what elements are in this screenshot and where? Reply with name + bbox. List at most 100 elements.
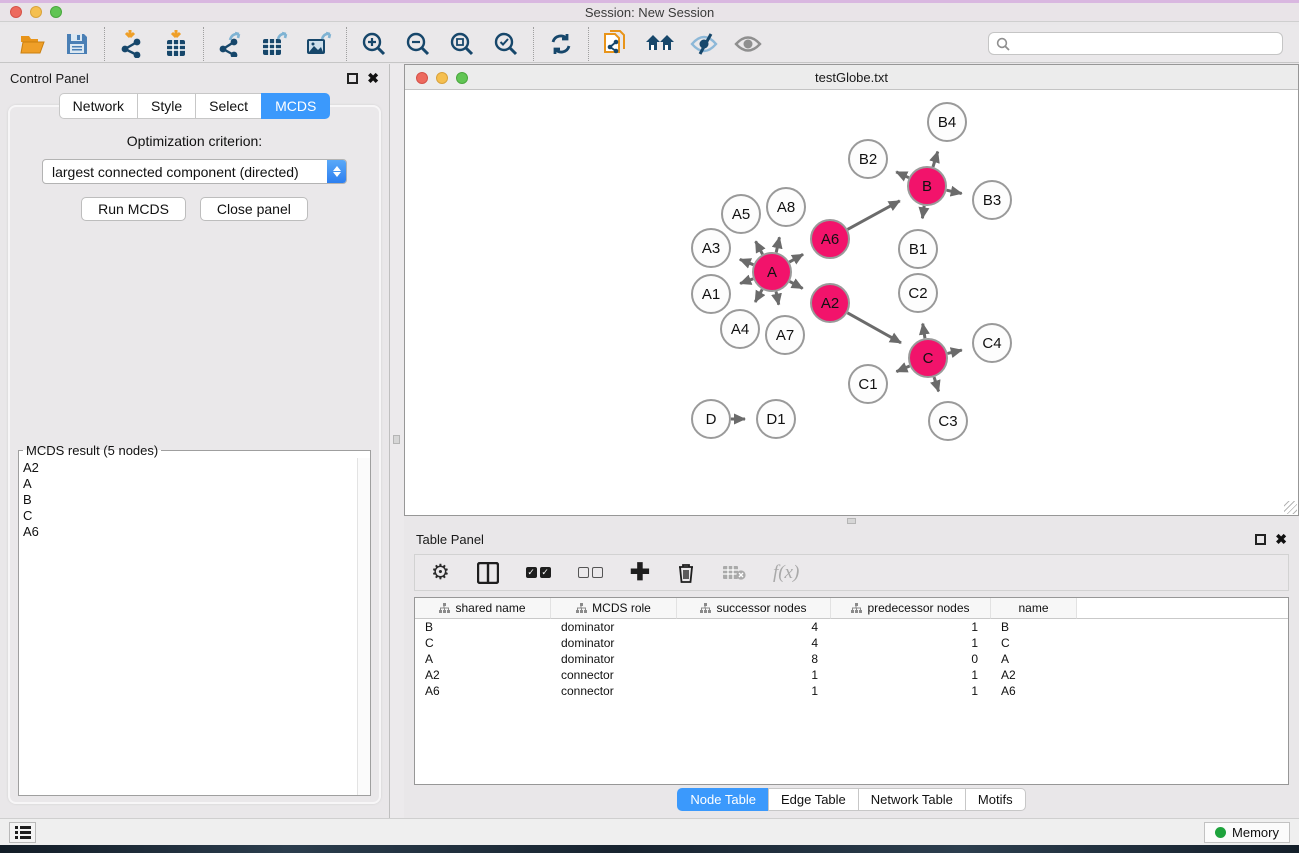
- function-builder-icon[interactable]: f(x): [773, 560, 799, 586]
- node-A1[interactable]: A1: [692, 275, 730, 313]
- table-cell[interactable]: [1077, 683, 1288, 699]
- table-row[interactable]: Cdominator41C: [415, 635, 1288, 651]
- network-minimize-button[interactable]: [436, 72, 448, 84]
- table-cell[interactable]: 1: [831, 619, 991, 635]
- table-row[interactable]: A2connector11A2: [415, 667, 1288, 683]
- table-cell[interactable]: 0: [831, 651, 991, 667]
- table-cell[interactable]: dominator: [551, 619, 677, 635]
- node-A3[interactable]: A3: [692, 229, 730, 267]
- node-table[interactable]: shared nameMCDS rolesuccessor nodesprede…: [414, 597, 1289, 785]
- node-B3[interactable]: B3: [973, 181, 1011, 219]
- edge-A-A8[interactable]: [776, 237, 779, 252]
- edge-A-A1[interactable]: [740, 279, 753, 284]
- node-B1[interactable]: B1: [899, 230, 937, 268]
- result-item[interactable]: A2: [23, 460, 370, 476]
- table-cell[interactable]: 4: [677, 619, 831, 635]
- close-panel-icon[interactable]: ✖: [1275, 534, 1287, 545]
- select-all-columns-icon[interactable]: [526, 560, 551, 586]
- node-A6[interactable]: A6: [811, 220, 849, 258]
- window-resize-grip[interactable]: [1284, 501, 1297, 514]
- show-all-icon[interactable]: [731, 28, 765, 60]
- column-header-shared-name[interactable]: shared name: [415, 598, 551, 619]
- node-C1[interactable]: C1: [849, 365, 887, 403]
- panel-splitter[interactable]: [390, 64, 404, 818]
- network-window-titlebar[interactable]: testGlobe.txt: [405, 65, 1298, 90]
- edge-A-A6[interactable]: [789, 254, 803, 262]
- search-field[interactable]: [988, 32, 1283, 55]
- save-session-icon[interactable]: [60, 28, 94, 60]
- run-mcds-button[interactable]: Run MCDS: [81, 197, 186, 221]
- table-cell[interactable]: 1: [677, 667, 831, 683]
- edge-C-C2[interactable]: [923, 324, 925, 339]
- table-cell[interactable]: A6: [415, 683, 551, 699]
- tab-motifs[interactable]: Motifs: [965, 788, 1026, 811]
- memory-button[interactable]: Memory: [1204, 822, 1290, 843]
- edge-A2-C[interactable]: [847, 313, 901, 343]
- table-cell[interactable]: A: [415, 651, 551, 667]
- node-A5[interactable]: A5: [722, 195, 760, 233]
- splitter-grip[interactable]: [393, 435, 400, 444]
- table-cell[interactable]: dominator: [551, 635, 677, 651]
- table-cell[interactable]: A2: [415, 667, 551, 683]
- node-D1[interactable]: D1: [757, 400, 795, 438]
- unselect-all-columns-icon[interactable]: [578, 560, 603, 586]
- hide-selected-icon[interactable]: [687, 28, 721, 60]
- zoom-in-icon[interactable]: [357, 28, 391, 60]
- result-item[interactable]: B: [23, 492, 370, 508]
- network-canvas[interactable]: B4B2BB3A8A5A6A3B1AA1C2A2A4A7C4CC1DD1C3: [405, 90, 1298, 515]
- maximize-window-button[interactable]: [50, 6, 62, 18]
- table-cell[interactable]: 4: [677, 635, 831, 651]
- table-cell[interactable]: connector: [551, 667, 677, 683]
- result-item[interactable]: A: [23, 476, 370, 492]
- column-header-MCDS-role[interactable]: MCDS role: [551, 598, 677, 619]
- result-item[interactable]: C: [23, 508, 370, 524]
- tab-edge-table[interactable]: Edge Table: [768, 788, 858, 811]
- table-row[interactable]: Bdominator41B: [415, 619, 1288, 635]
- edge-B-B1[interactable]: [922, 206, 924, 219]
- float-panel-icon[interactable]: [347, 73, 358, 84]
- table-cell[interactable]: connector: [551, 683, 677, 699]
- column-header-successor-nodes[interactable]: successor nodes: [677, 598, 831, 619]
- table-cell[interactable]: [1077, 651, 1288, 667]
- table-cell[interactable]: 1: [831, 667, 991, 683]
- zoom-out-icon[interactable]: [401, 28, 435, 60]
- table-cell[interactable]: A2: [991, 667, 1077, 683]
- open-browser-icon[interactable]: [643, 28, 677, 60]
- export-table-icon[interactable]: [258, 28, 292, 60]
- network-graph[interactable]: B4B2BB3A8A5A6A3B1AA1C2A2A4A7C4CC1DD1C3: [405, 90, 1298, 515]
- table-cell[interactable]: B: [991, 619, 1077, 635]
- add-column-icon[interactable]: ✚: [630, 560, 650, 586]
- node-C2[interactable]: C2: [899, 274, 937, 312]
- edge-C-C4[interactable]: [947, 350, 961, 353]
- table-cell[interactable]: C: [991, 635, 1077, 651]
- table-row[interactable]: A6connector11A6: [415, 683, 1288, 699]
- table-cell[interactable]: A6: [991, 683, 1077, 699]
- tab-mcds[interactable]: MCDS: [261, 93, 330, 119]
- node-B4[interactable]: B4: [928, 103, 966, 141]
- new-network-from-file-icon[interactable]: [599, 28, 633, 60]
- node-A4[interactable]: A4: [721, 310, 759, 348]
- node-B2[interactable]: B2: [849, 140, 887, 178]
- edge-A-A4[interactable]: [755, 289, 762, 302]
- close-panel-icon[interactable]: ✖: [367, 73, 379, 84]
- tab-network[interactable]: Network: [59, 93, 137, 119]
- mcds-result-list[interactable]: A2ABCA6: [19, 458, 370, 795]
- table-cell[interactable]: 1: [677, 683, 831, 699]
- table-cell[interactable]: 1: [831, 635, 991, 651]
- table-cell[interactable]: B: [415, 619, 551, 635]
- edge-B-B3[interactable]: [947, 190, 962, 193]
- tab-network-table[interactable]: Network Table: [858, 788, 965, 811]
- node-B[interactable]: B: [908, 167, 946, 205]
- minimize-window-button[interactable]: [30, 6, 42, 18]
- result-item[interactable]: A6: [23, 524, 370, 540]
- refresh-icon[interactable]: [544, 28, 578, 60]
- edge-B-B2[interactable]: [896, 172, 909, 178]
- node-A8[interactable]: A8: [767, 188, 805, 226]
- import-network-icon[interactable]: [115, 28, 149, 60]
- horizontal-splitter[interactable]: [404, 516, 1299, 526]
- settings-gear-icon[interactable]: ⚙: [431, 560, 450, 586]
- float-panel-icon[interactable]: [1255, 534, 1266, 545]
- table-cell[interactable]: 1: [831, 683, 991, 699]
- edge-C-C1[interactable]: [896, 366, 909, 372]
- export-image-icon[interactable]: [302, 28, 336, 60]
